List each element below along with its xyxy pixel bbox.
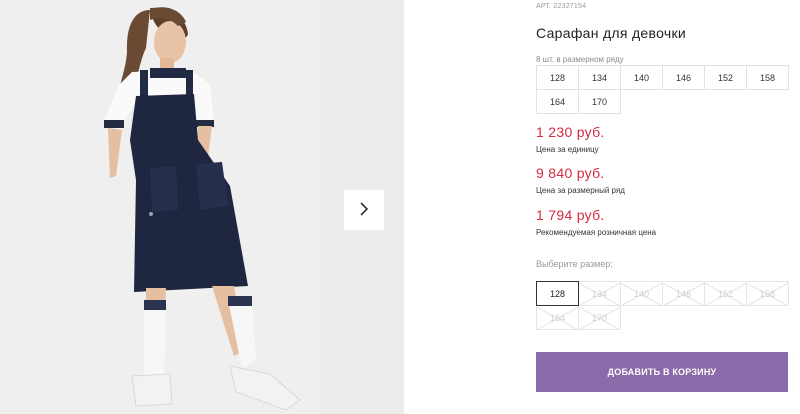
product-gallery — [0, 0, 404, 414]
size-row-cell: 170 — [578, 89, 621, 114]
size-row-cell: 146 — [662, 65, 705, 90]
choose-size-caption: Выберите размер: — [536, 259, 613, 269]
size-row-grid: 128 134 140 146 152 158 164 170 — [536, 65, 789, 114]
add-to-cart-button[interactable]: ДОБАВИТЬ В КОРЗИНУ — [536, 352, 788, 392]
size-option-label: 170 — [591, 312, 608, 323]
product-info-panel: АРТ. 22327154 Сарафан для девочки 8 шт. … — [536, 0, 800, 414]
article-number: АРТ. 22327154 — [536, 3, 587, 10]
gallery-next-button[interactable] — [344, 190, 384, 230]
size-option-label: 140 — [633, 288, 650, 299]
size-option-label: 152 — [717, 288, 734, 299]
size-row-cell: 164 — [536, 89, 579, 114]
size-option-label: 158 — [759, 288, 776, 299]
unit-price-caption: Цена за единицу — [536, 145, 599, 154]
size-option-disabled: 134 — [578, 281, 621, 306]
product-title: Сарафан для девочки — [536, 25, 687, 41]
size-option-disabled: 146 — [662, 281, 705, 306]
size-option-label: 146 — [675, 288, 692, 299]
size-option-label: 134 — [591, 288, 608, 299]
size-option-disabled: 140 — [620, 281, 663, 306]
size-option-disabled: 158 — [746, 281, 789, 306]
unit-price: 1 230 руб. — [536, 124, 605, 140]
size-option-label: 164 — [549, 312, 566, 323]
size-row-cell: 140 — [620, 65, 663, 90]
chevron-right-icon — [357, 201, 371, 220]
retail-price: 1 794 руб. — [536, 207, 605, 223]
size-option-selected[interactable]: 128 — [536, 281, 579, 306]
size-option-label: 128 — [549, 288, 566, 299]
size-row-cell: 128 — [536, 65, 579, 90]
size-picker: 128 134 140 146 152 158 164 170 — [536, 281, 789, 330]
size-row-cell: 158 — [746, 65, 789, 90]
size-row-cell: 134 — [578, 65, 621, 90]
size-option-disabled: 164 — [536, 305, 579, 330]
size-option-disabled: 170 — [578, 305, 621, 330]
size-row-caption: 8 шт. в размерном ряду — [536, 55, 624, 64]
row-price: 9 840 руб. — [536, 165, 605, 181]
size-option-disabled: 152 — [704, 281, 747, 306]
size-row-cell: 152 — [704, 65, 747, 90]
row-price-caption: Цена за размерный ряд — [536, 186, 625, 195]
product-photo — [0, 0, 321, 414]
retail-price-caption: Рекомендуемая розничная цена — [536, 228, 657, 237]
